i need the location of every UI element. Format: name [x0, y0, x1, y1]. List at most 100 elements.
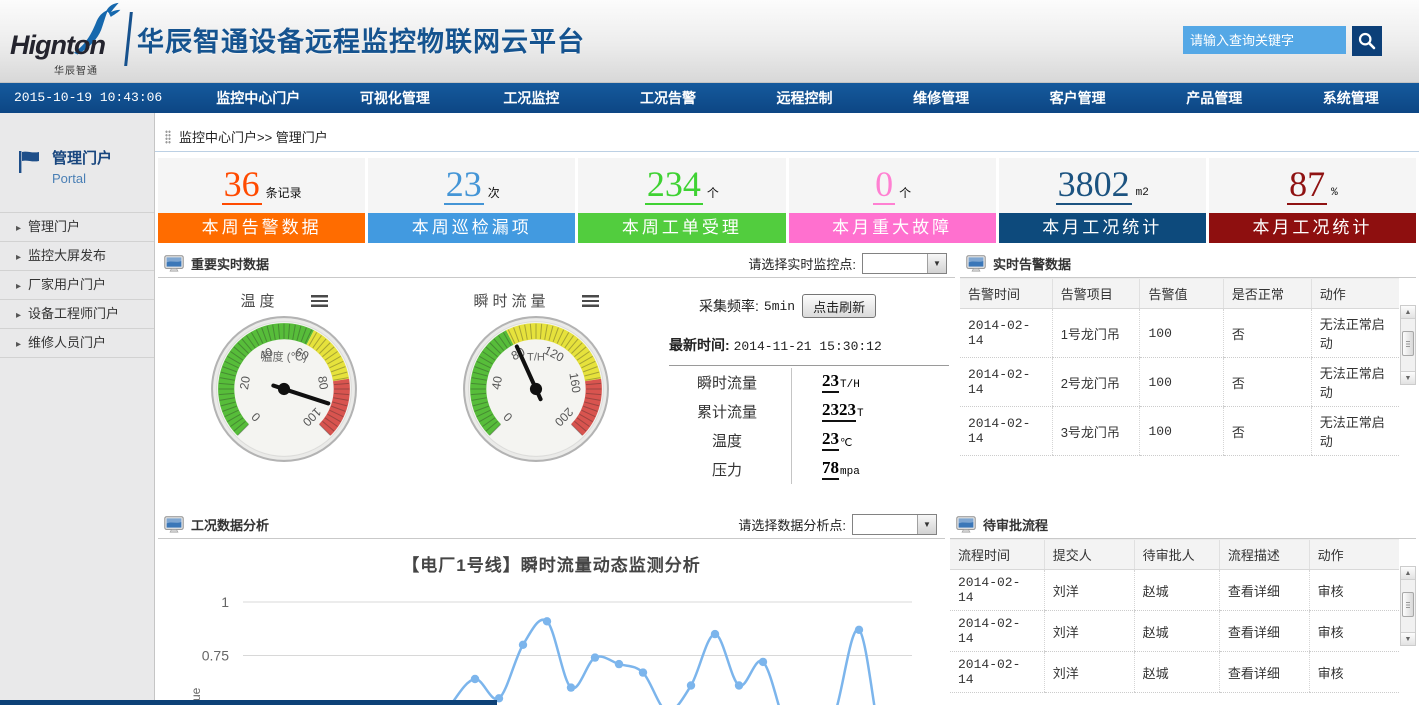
hamburger-menu-icon[interactable] [311, 295, 328, 307]
portal-header: 管理门户 Portal [0, 113, 154, 186]
latest-time-row: 最新时间: 2014-11-21 15:30:12 [669, 335, 949, 366]
stat-label-button[interactable]: 本月工况统计 [1209, 213, 1416, 243]
table-cell: 审核 [1309, 652, 1399, 693]
stat-unit: 条记录 [266, 184, 302, 201]
hamburger-menu-icon[interactable] [582, 295, 599, 307]
nav-item-3[interactable]: 工况监控 [463, 83, 600, 113]
scroll-up-icon[interactable]: ▲ [1401, 306, 1415, 319]
frequency-label: 采集频率: [699, 296, 759, 316]
stat-label-button[interactable]: 本周工单受理 [578, 213, 785, 243]
stat-label-button[interactable]: 本周巡检漏项 [368, 213, 575, 243]
sidebar-item-5[interactable]: ▸维修人员门户 [0, 328, 154, 357]
stat-card-1: 36条记录本周告警数据 [158, 158, 365, 243]
table-row: 2014-02-143号龙门吊100否无法正常启动 [960, 407, 1399, 456]
table-cell: 2014-02-14 [950, 652, 1044, 693]
table-cell: 审核 [1309, 570, 1399, 611]
table-cell: 否 [1223, 407, 1311, 456]
frequency-value: 5min [764, 299, 795, 314]
gauge-title-row: 温度 [158, 290, 410, 311]
stat-value-area: 36条记录 [158, 158, 365, 213]
sidebar-item-label: 厂家用户门户 [28, 277, 106, 292]
realtime-panel: 重要实时数据 请选择实时监控点: ▼ 温度020406080100温度 (℃)瞬… [158, 250, 955, 504]
nav-item-2[interactable]: 可视化管理 [327, 83, 464, 113]
monitor-point-select[interactable]: ▼ [862, 253, 947, 274]
svg-text:80: 80 [315, 375, 331, 391]
table-row: 2014-02-141号龙门吊100否无法正常启动 [960, 309, 1399, 358]
nav-item-1[interactable]: 监控中心门户 [190, 83, 327, 113]
reading-value: 2323 [822, 401, 856, 422]
panel-row-2: 工况数据分析 请选择数据分析点: ▼ 【电厂1号线】瞬时流量动态监测分析 10.… [158, 511, 1416, 705]
stat-unit: 个 [899, 184, 911, 201]
table-cell: 赵城 [1134, 652, 1219, 693]
scroll-up-icon[interactable]: ▲ [1401, 567, 1415, 580]
scroll-thumb[interactable] [1402, 592, 1414, 617]
stat-label-button[interactable]: 本月工况统计 [999, 213, 1206, 243]
footer-strip [0, 700, 497, 705]
table-header-row: 告警时间告警项目告警值是否正常动作 [960, 279, 1399, 309]
scroll-thumb[interactable] [1402, 331, 1414, 356]
panel-title: 实时告警数据 [993, 254, 1071, 273]
scroll-down-icon[interactable]: ▼ [1401, 371, 1415, 384]
scrollbar[interactable]: ▲ ▼ [1400, 566, 1416, 646]
gauge-title: 温度 [240, 290, 278, 311]
reading-value: 23 [822, 430, 839, 451]
analysis-point-select[interactable]: ▼ [852, 514, 937, 535]
table-cell: 查看详细 [1219, 652, 1309, 693]
breadcrumb: 监控中心门户>> 管理门户 [155, 113, 1419, 151]
stat-unit: m2 [1136, 187, 1149, 199]
nav-item-4[interactable]: 工况告警 [600, 83, 737, 113]
search-button[interactable] [1352, 26, 1382, 56]
reading-value-cell: 23T/H [791, 368, 860, 397]
column-header: 待审批人 [1134, 540, 1219, 570]
monitor-icon [164, 516, 184, 533]
reading-name: 温度 [663, 430, 791, 451]
reading-row: 累计流量2323T [663, 397, 949, 426]
table-cell: 无法正常启动 [1311, 407, 1399, 456]
select-label: 请选择数据分析点: [738, 515, 846, 534]
svg-text:1: 1 [221, 594, 229, 610]
stat-number: 234 [645, 166, 703, 205]
stat-value-area: 23次 [368, 158, 575, 213]
nav-item-6[interactable]: 维修管理 [873, 83, 1010, 113]
sidebar-item-1[interactable]: ▸管理门户 [0, 212, 154, 241]
stat-label-button[interactable]: 本月重大故障 [789, 213, 996, 243]
select-value [863, 254, 927, 273]
reading-row: 温度23℃ [663, 426, 949, 455]
table-cell: 2014-02-14 [950, 611, 1044, 652]
sidebar-item-2[interactable]: ▸监控大屏发布 [0, 241, 154, 270]
chevron-down-icon[interactable]: ▼ [917, 515, 936, 534]
sidebar-item-label: 管理门户 [28, 219, 80, 234]
latest-time-value: 2014-11-21 15:30:12 [734, 339, 882, 354]
nav-item-8[interactable]: 产品管理 [1146, 83, 1283, 113]
sidebar-item-label: 维修人员门户 [28, 335, 106, 350]
panel-title: 重要实时数据 [191, 254, 269, 273]
stat-label-button[interactable]: 本周告警数据 [158, 213, 365, 243]
reading-value-cell: 2323T [791, 397, 864, 426]
scroll-down-icon[interactable]: ▼ [1401, 632, 1415, 645]
nav-item-5[interactable]: 远程控制 [736, 83, 873, 113]
stat-unit: % [1331, 187, 1338, 199]
analysis-panel-header: 工况数据分析 请选择数据分析点: ▼ [158, 511, 945, 539]
nav-item-9[interactable]: 系统管理 [1283, 83, 1419, 113]
stat-number: 87 [1287, 166, 1327, 205]
search-bar [1183, 26, 1382, 56]
chevron-down-icon[interactable]: ▼ [927, 254, 946, 273]
column-header: 流程时间 [950, 540, 1044, 570]
reading-row: 瞬时流量23T/H [663, 368, 949, 397]
refresh-button[interactable]: 点击刷新 [802, 294, 876, 318]
table-cell: 100 [1140, 407, 1223, 456]
sidebar-item-3[interactable]: ▸厂家用户门户 [0, 270, 154, 299]
stat-value-area: 234个 [578, 158, 785, 213]
nav-item-7[interactable]: 客户管理 [1009, 83, 1146, 113]
stat-number: 23 [444, 166, 484, 205]
reading-value: 23 [822, 372, 839, 393]
scroll-grip-icon [1406, 602, 1410, 608]
reading-value-cell: 23℃ [791, 426, 852, 455]
sidebar-item-4[interactable]: ▸设备工程师门户 [0, 299, 154, 328]
table-cell: 赵城 [1134, 611, 1219, 652]
column-header: 告警值 [1140, 279, 1223, 309]
scrollbar[interactable]: ▲ ▼ [1400, 305, 1416, 385]
panel-title: 待审批流程 [983, 515, 1048, 534]
table-cell: 刘洋 [1044, 611, 1134, 652]
search-input[interactable] [1183, 26, 1346, 54]
